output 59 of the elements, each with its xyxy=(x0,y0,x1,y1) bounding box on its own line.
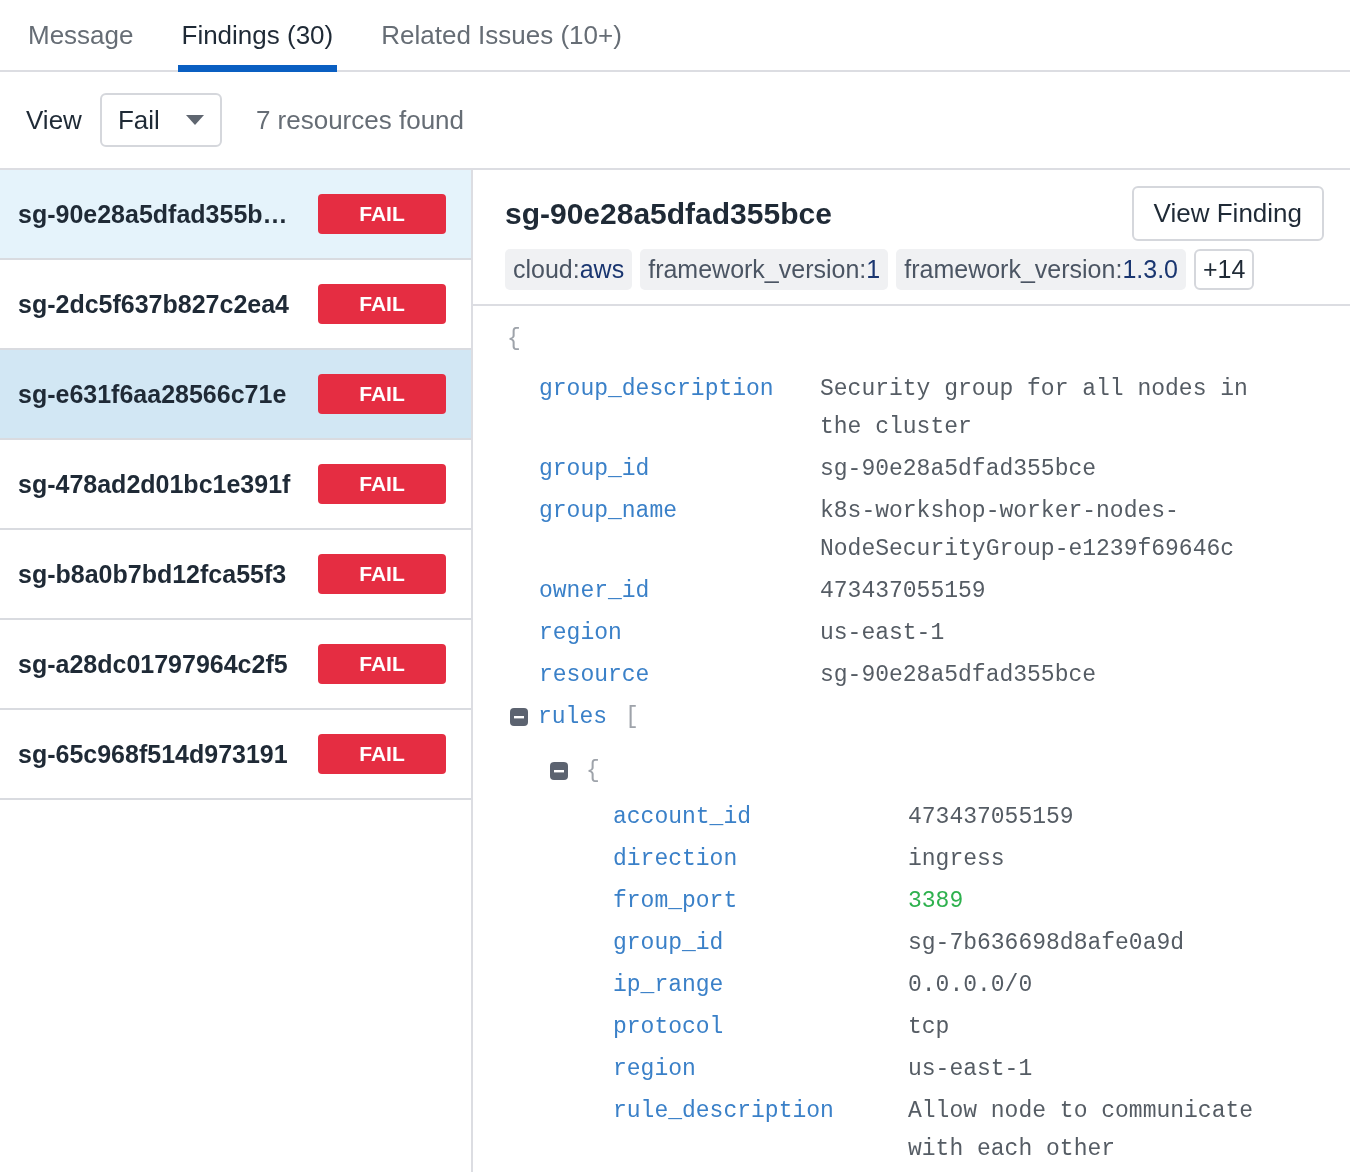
tag: cloud:aws xyxy=(505,249,633,290)
collapse-icon[interactable] xyxy=(550,762,568,780)
json-value: sg-90e28a5dfad355bce xyxy=(820,455,1098,484)
brace: { xyxy=(507,326,522,354)
json-key: direction xyxy=(613,840,908,878)
tag: framework_version:1 xyxy=(640,249,889,290)
view-label: View xyxy=(26,104,82,136)
brace: { xyxy=(586,758,600,784)
more-tags-badge[interactable]: +14 xyxy=(1194,249,1255,290)
json-value: ingress xyxy=(908,845,1006,874)
resource-list-item[interactable]: sg-90e28a5dfad355b… FAIL xyxy=(0,170,471,260)
view-select[interactable]: Fail xyxy=(99,93,222,147)
resource-list-item[interactable]: sg-478ad2d01bc1e391f FAIL xyxy=(0,440,471,530)
json-value: sg-90e28a5dfad355bce xyxy=(820,661,1098,690)
status-badge: FAIL xyxy=(318,464,446,504)
json-key: group_description xyxy=(539,370,820,446)
json-value: Allow node to communicate with each other xyxy=(908,1097,1255,1164)
tab[interactable]: Related Issues (10+) xyxy=(377,0,626,72)
json-key: account_id xyxy=(613,798,908,836)
json-value: 0.0.0.0/0 xyxy=(908,971,1034,1000)
json-key: ip_range xyxy=(613,966,908,1004)
json-key: region xyxy=(613,1050,908,1088)
json-key: rule_description xyxy=(613,1092,908,1168)
tag: framework_version:1.3.0 xyxy=(896,249,1186,290)
json-value: 473437055159 xyxy=(908,803,1075,832)
status-badge: FAIL xyxy=(318,734,446,774)
json-value: sg-7b636698d8afe0a9d xyxy=(908,929,1186,958)
collapse-icon[interactable] xyxy=(510,708,528,726)
result-count: 7 resources found xyxy=(255,104,465,136)
json-value: us-east-1 xyxy=(820,619,946,648)
json-key: from_port xyxy=(613,882,908,920)
resource-list-item[interactable]: sg-e631f6aa28566c71e FAIL xyxy=(0,350,471,440)
resource-title: sg-90e28a5dfad355bce xyxy=(505,196,832,231)
tab[interactable]: Message xyxy=(24,0,138,72)
json-key: protocol xyxy=(613,1008,908,1046)
json-value: tcp xyxy=(908,1013,951,1042)
resource-list-item[interactable]: sg-b8a0b7bd12fca55f3 FAIL xyxy=(0,530,471,620)
tab[interactable]: Findings (30) xyxy=(177,0,338,72)
resource-list-item[interactable]: sg-a28dc01797964c2f5 FAIL xyxy=(0,620,471,710)
view-finding-button[interactable]: View Finding xyxy=(1131,186,1324,241)
status-badge: FAIL xyxy=(318,284,446,324)
json-value: 473437055159 xyxy=(820,577,987,606)
bracket: [ xyxy=(625,704,639,730)
status-badge: FAIL xyxy=(318,554,446,594)
json-key: group_id xyxy=(539,450,820,488)
json-key: group_name xyxy=(539,492,820,568)
json-key: owner_id xyxy=(539,572,820,610)
status-badge: FAIL xyxy=(318,374,446,414)
status-badge: FAIL xyxy=(318,644,446,684)
json-value: k8s-workshop-worker-nodes-NodeSecurityGroup-e1239f69646c xyxy=(820,497,1236,564)
json-key: rules xyxy=(538,704,607,730)
resource-list-item[interactable]: sg-65c968f514d973191 FAIL xyxy=(0,710,471,800)
json-key: resource xyxy=(539,656,820,694)
json-key: region xyxy=(539,614,820,652)
json-value: 3389 xyxy=(908,887,965,916)
status-badge: FAIL xyxy=(318,194,446,234)
caret-icon xyxy=(185,115,204,125)
json-value: us-east-1 xyxy=(908,1055,1034,1084)
json-key: group_id xyxy=(613,924,908,962)
